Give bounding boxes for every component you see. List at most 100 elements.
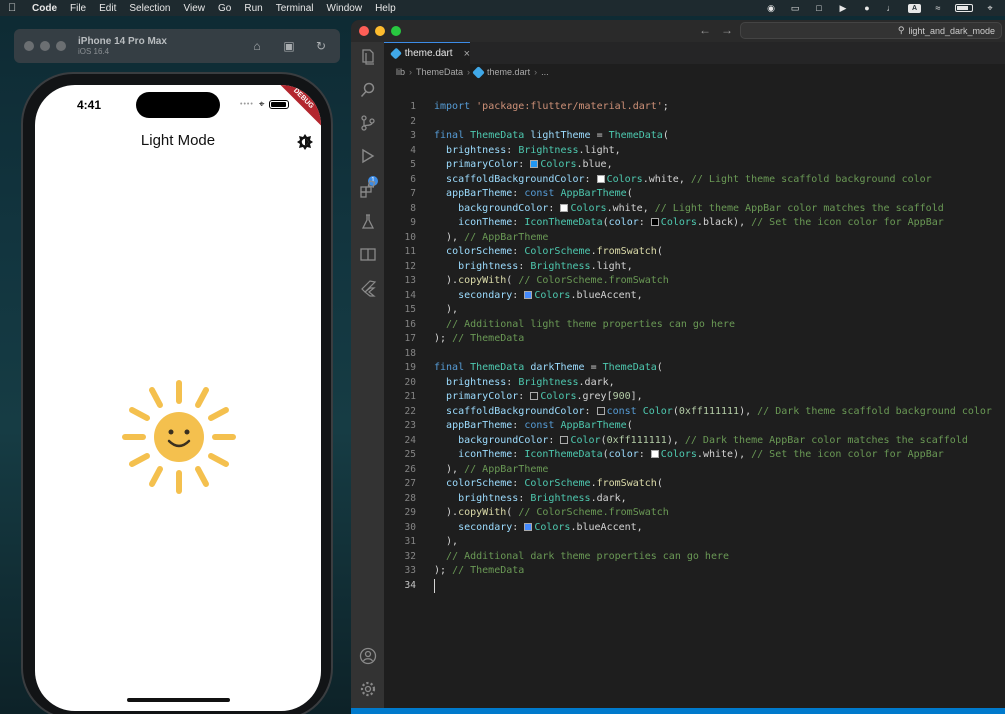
- input-source-icon[interactable]: A: [908, 3, 921, 13]
- line-number: 16: [404, 318, 416, 330]
- back-arrow-icon[interactable]: ←: [699, 23, 711, 37]
- search-view-icon[interactable]: [359, 81, 377, 99]
- code-text: ), // AppBarTheme: [434, 463, 549, 475]
- cast-icon[interactable]: □: [812, 3, 826, 13]
- vscode-window: ← → ⚲ light_and_dark_mode 1 theme.dart ×…: [351, 20, 1005, 714]
- user-icon[interactable]: ●: [860, 3, 874, 13]
- home-indicator[interactable]: [127, 698, 230, 702]
- line-number: 18: [404, 347, 416, 359]
- code-line[interactable]: 29 ).copyWith( // ColorScheme.fromSwatch: [384, 506, 1005, 521]
- breadcrumb-lib[interactable]: lib: [396, 67, 405, 77]
- menu-window[interactable]: Window: [327, 3, 363, 14]
- code-line[interactable]: 24 backgroundColor: Color(0xff111111), /…: [384, 434, 1005, 449]
- code-line[interactable]: 19 final ThemeData darkTheme = ThemeData(: [384, 361, 1005, 376]
- code-line[interactable]: 31 ),: [384, 535, 1005, 550]
- code-line[interactable]: 16 // Additional light theme properties …: [384, 318, 1005, 333]
- close-dot[interactable]: [24, 41, 34, 51]
- brightness-toggle-icon[interactable]: [297, 134, 313, 150]
- code-text: colorScheme: ColorScheme.fromSwatch(: [446, 246, 663, 257]
- settings-gear-icon[interactable]: [359, 680, 377, 698]
- code-line[interactable]: 12 brightness: Brightness.light,: [384, 260, 1005, 275]
- run-debug-icon[interactable]: [359, 147, 377, 165]
- source-control-icon[interactable]: [359, 114, 377, 132]
- chevron-right-icon: ›: [467, 67, 471, 77]
- line-number: 24: [404, 434, 416, 446]
- code-line[interactable]: 30 secondary: Colors.blueAccent,: [384, 521, 1005, 536]
- window-zoom-button[interactable]: [391, 26, 401, 36]
- code-line[interactable]: 28 brightness: Brightness.dark,: [384, 492, 1005, 507]
- line-number: 9: [410, 217, 416, 228]
- code-line[interactable]: 17); // ThemeData: [384, 332, 1005, 347]
- menu-view[interactable]: View: [184, 3, 206, 14]
- code-text: secondary: Colors.blueAccent,: [458, 289, 643, 301]
- extensions-icon[interactable]: [359, 180, 377, 198]
- code-line[interactable]: 4 brightness: Brightness.light,: [384, 144, 1005, 159]
- code-line[interactable]: 23 appBarTheme: const AppBarTheme(: [384, 419, 1005, 434]
- code-line[interactable]: 6 scaffoldBackgroundColor: Colors.white,…: [384, 173, 1005, 188]
- code-editor[interactable]: 1 import 'package:flutter/material.dart';…: [384, 100, 1005, 700]
- apple-icon[interactable]: : [8, 2, 22, 14]
- screen-record-icon[interactable]: ◉: [764, 3, 778, 13]
- code-line[interactable]: 13 ).copyWith( // ColorScheme.fromSwatch: [384, 274, 1005, 289]
- forward-arrow-icon[interactable]: →: [721, 23, 733, 37]
- code-line[interactable]: 22 scaffoldBackgroundColor: const Color(…: [384, 405, 1005, 420]
- wifi-icon[interactable]: ⌖: [983, 3, 997, 13]
- breadcrumb-themedata[interactable]: ThemeData: [416, 67, 463, 77]
- code-line[interactable]: 32 // Additional dark theme properties c…: [384, 550, 1005, 565]
- code-line[interactable]: 10 ), // AppBarTheme: [384, 231, 1005, 246]
- simulator-window-controls: [24, 41, 66, 51]
- code-line[interactable]: 21 primaryColor: Colors.grey[900],: [384, 390, 1005, 405]
- window-close-button[interactable]: [359, 26, 369, 36]
- breadcrumb-more[interactable]: ...: [541, 67, 549, 77]
- window-minimize-button[interactable]: [375, 26, 385, 36]
- zoom-dot[interactable]: [56, 41, 66, 51]
- menu-terminal[interactable]: Terminal: [276, 3, 314, 14]
- code-line[interactable]: 1 import 'package:flutter/material.dart';: [384, 100, 1005, 115]
- line-number: 4: [410, 144, 416, 156]
- tab-label: theme.dart: [404, 48, 453, 59]
- code-line[interactable]: 3 final ThemeData lightTheme = ThemeData(: [384, 129, 1005, 144]
- rotate-icon[interactable]: ↻: [312, 38, 330, 54]
- tab-theme-dart[interactable]: theme.dart ×: [384, 42, 470, 64]
- breadcrumb-file[interactable]: theme.dart: [487, 67, 530, 77]
- home-icon[interactable]: ⌂: [248, 38, 266, 54]
- code-text: scaffoldBackgroundColor: const Color(0xf…: [446, 405, 992, 417]
- flutter-icon[interactable]: [359, 279, 377, 297]
- code-line[interactable]: 26 ), // AppBarTheme: [384, 463, 1005, 478]
- command-center-search[interactable]: ⚲ light_and_dark_mode: [740, 22, 1002, 39]
- screenshot-icon[interactable]: ▣: [280, 38, 298, 54]
- menu-file[interactable]: File: [70, 3, 86, 14]
- testing-flask-icon[interactable]: [359, 213, 377, 231]
- menu-app-name[interactable]: Code: [32, 3, 57, 14]
- battery-icon[interactable]: [955, 4, 973, 12]
- code-line[interactable]: 25 iconTheme: IconThemeData(color: Color…: [384, 448, 1005, 463]
- code-line[interactable]: 18: [384, 347, 1005, 362]
- code-line[interactable]: 27 colorScheme: ColorScheme.fromSwatch(: [384, 477, 1005, 492]
- code-line[interactable]: 11 colorScheme: ColorScheme.fromSwatch(: [384, 245, 1005, 260]
- code-line[interactable]: 9 iconTheme: IconThemeData(color: Colors…: [384, 216, 1005, 231]
- code-line[interactable]: 33); // ThemeData: [384, 564, 1005, 579]
- volume-icon[interactable]: ♩: [884, 3, 898, 13]
- line-number: 19: [404, 362, 416, 373]
- code-line[interactable]: 15 ),: [384, 303, 1005, 318]
- menu-edit[interactable]: Edit: [99, 3, 116, 14]
- activity-icon[interactable]: ≈: [931, 3, 945, 13]
- explorer-icon[interactable]: [359, 48, 377, 66]
- menu-run[interactable]: Run: [244, 3, 262, 14]
- display-icon[interactable]: ▭: [788, 3, 802, 13]
- code-line[interactable]: 2: [384, 115, 1005, 130]
- tab-close-icon[interactable]: ×: [464, 48, 470, 60]
- menu-go[interactable]: Go: [218, 3, 231, 14]
- code-line[interactable]: 8 backgroundColor: Colors.white, // Ligh…: [384, 202, 1005, 217]
- account-icon[interactable]: [359, 647, 377, 665]
- menu-selection[interactable]: Selection: [129, 3, 170, 14]
- code-line[interactable]: 5 primaryColor: Colors.blue,: [384, 158, 1005, 173]
- minimize-dot[interactable]: [40, 41, 50, 51]
- code-line[interactable]: 34: [384, 578, 1005, 594]
- code-line[interactable]: 7 appBarTheme: const AppBarTheme(: [384, 187, 1005, 202]
- code-line[interactable]: 20 brightness: Brightness.dark,: [384, 376, 1005, 391]
- code-line[interactable]: 14 secondary: Colors.blueAccent,: [384, 289, 1005, 304]
- menu-help[interactable]: Help: [375, 3, 396, 14]
- book-icon[interactable]: [359, 246, 377, 264]
- play-circle-icon[interactable]: ▶: [836, 3, 850, 13]
